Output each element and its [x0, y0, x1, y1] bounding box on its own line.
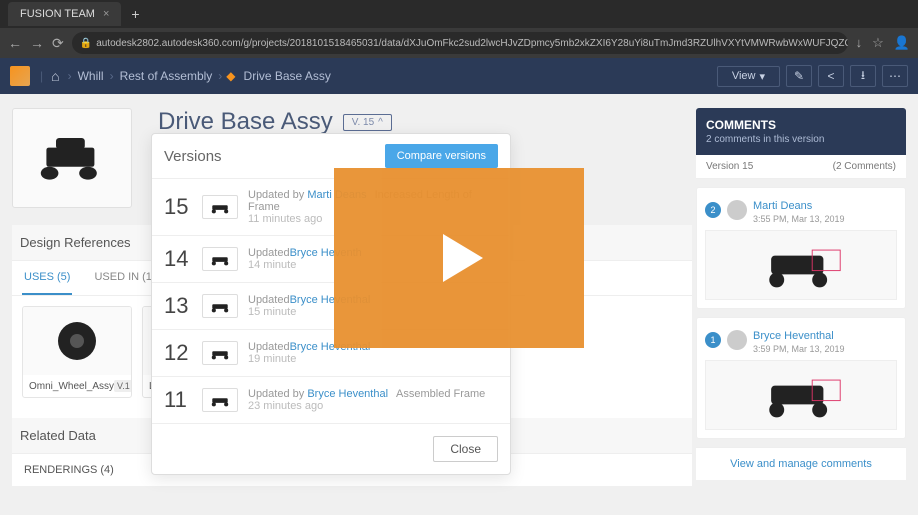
edit-icon[interactable]: ✎	[786, 65, 812, 87]
item-thumbnail	[12, 108, 132, 208]
dialog-title: Versions	[164, 148, 222, 165]
download-icon[interactable]: ⭳	[850, 65, 876, 87]
comment-card[interactable]: 2 Marti Deans 3:55 PM, Mar 13, 2019	[696, 187, 906, 309]
version-number: 15	[164, 194, 192, 220]
avatar	[727, 330, 747, 350]
version-number: 11	[164, 387, 192, 413]
play-video-button[interactable]	[334, 168, 584, 348]
chevron-up-icon: ^	[378, 117, 383, 128]
updated-by-label: Updated	[248, 294, 290, 306]
divider: |	[40, 69, 43, 83]
card-name: Omni_Wheel_Assy	[29, 381, 114, 392]
url-bar[interactable]: 🔒 autodesk2802.autodesk360.com/g/project…	[72, 32, 848, 54]
comment-time: 3:55 PM, Mar 13, 2019	[753, 214, 845, 224]
version-thumb	[202, 341, 238, 365]
profile-icon[interactable]: 👤	[894, 35, 910, 51]
comments-subtitle: 2 comments in this version	[706, 134, 896, 145]
updated-by-label: Updated	[248, 341, 290, 353]
version-thumb	[202, 294, 238, 318]
timestamp: 23 minutes ago	[248, 400, 498, 412]
new-tab-button[interactable]: +	[131, 6, 139, 22]
version-tag: V.1	[114, 380, 132, 392]
version-thumb	[202, 247, 238, 271]
comments-count: (2 Comments)	[833, 161, 896, 172]
comment-card[interactable]: 1 Bryce Heventhal 3:59 PM, Mar 13, 2019	[696, 317, 906, 439]
reload-icon[interactable]: ⟳	[52, 35, 64, 52]
version-label: V. 15	[352, 117, 374, 128]
browser-tab[interactable]: FUSION TEAM ×	[8, 2, 121, 26]
card-thumbnail	[23, 307, 131, 375]
star-icon[interactable]: ☆	[872, 35, 884, 51]
back-icon[interactable]: ←	[8, 35, 22, 51]
breadcrumb-folder[interactable]: Rest of Assembly	[114, 69, 219, 83]
version-dropdown[interactable]: V. 15 ^	[343, 114, 392, 131]
view-label: View	[732, 70, 756, 82]
comment-badge: 2	[705, 202, 721, 218]
comment-author[interactable]: Bryce Heventhal	[753, 330, 834, 342]
updated-by-label: Updated by	[248, 388, 307, 400]
version-row[interactable]: 11 Updated by Bryce Heventhal Assembled F…	[152, 376, 510, 423]
comments-title: COMMENTS	[706, 118, 896, 132]
fusion-logo[interactable]	[10, 66, 30, 86]
share-icon[interactable]: <	[818, 65, 844, 87]
page-title: Drive Base Assy	[158, 108, 333, 136]
compare-versions-button[interactable]: Compare versions	[385, 144, 498, 168]
home-icon[interactable]: ⌂	[51, 68, 59, 84]
app-bar: | ⌂ › Whill › Rest of Assembly › ◆ Drive…	[0, 58, 918, 94]
timestamp: 19 minute	[248, 353, 498, 365]
cube-icon: ◆	[226, 69, 235, 83]
version-filter-label[interactable]: Version 15	[706, 161, 753, 172]
breadcrumb-project[interactable]: Whill	[72, 69, 110, 83]
chevron-down-icon: ▾	[759, 70, 765, 83]
browser-toolbar: ← → ⟳ 🔒 autodesk2802.autodesk360.com/g/p…	[0, 28, 918, 58]
updated-by-label: Updated	[248, 247, 290, 259]
author-link[interactable]: Bryce Heventhal	[307, 388, 388, 400]
comments-header: COMMENTS 2 comments in this version	[696, 108, 906, 155]
tab-renderings[interactable]: RENDERINGS (4)	[22, 454, 116, 486]
browser-tab-strip: FUSION TEAM × +	[0, 0, 918, 28]
avatar	[727, 200, 747, 220]
view-comments-link[interactable]: View and manage comments	[696, 447, 906, 480]
close-button[interactable]: Close	[433, 436, 498, 462]
reference-card[interactable]: Omni_Wheel_AssyV.1	[22, 306, 132, 398]
comment-image	[705, 230, 897, 300]
tab-title: FUSION TEAM	[20, 8, 95, 20]
version-number: 14	[164, 246, 192, 272]
chevron-icon: ›	[218, 69, 222, 83]
tab-uses[interactable]: USES (5)	[22, 261, 72, 295]
comment-image	[705, 360, 897, 430]
version-number: 12	[164, 340, 192, 366]
version-number: 13	[164, 293, 192, 319]
close-tab-icon[interactable]: ×	[103, 8, 109, 20]
url-text: autodesk2802.autodesk360.com/g/projects/…	[96, 38, 847, 49]
forward-icon[interactable]: →	[30, 35, 44, 51]
breadcrumb-item: Drive Base Assy	[240, 69, 335, 83]
version-thumb	[202, 195, 238, 219]
lock-icon: 🔒	[80, 38, 92, 49]
comment-time: 3:59 PM, Mar 13, 2019	[753, 344, 845, 354]
more-icon[interactable]: ⋯	[882, 65, 908, 87]
comment-badge: 1	[705, 332, 721, 348]
updated-by-label: Updated by	[248, 189, 307, 201]
version-thumb	[202, 388, 238, 412]
view-button[interactable]: View▾	[717, 66, 780, 87]
commit-message: Assembled Frame	[396, 388, 485, 400]
comment-author[interactable]: Marti Deans	[753, 200, 812, 212]
tab-used-in[interactable]: USED IN (1)	[92, 261, 157, 295]
download-icon[interactable]: ↓	[856, 35, 863, 51]
